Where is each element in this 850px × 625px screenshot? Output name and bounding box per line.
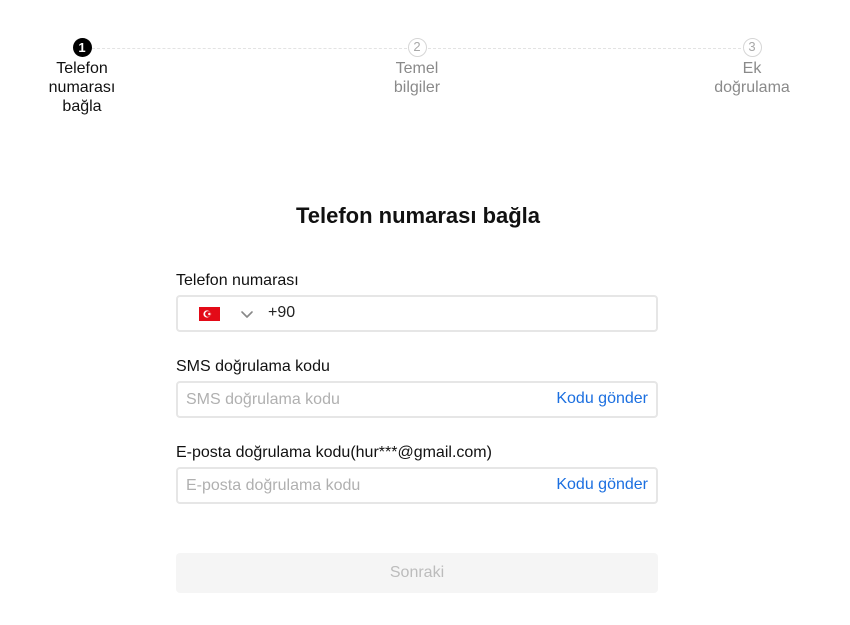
step-1: 1 Telefon numarası bağla (22, 38, 142, 116)
sms-send-code-link[interactable]: Kodu gönder (556, 390, 648, 408)
step-number-badge: 3 (742, 38, 762, 57)
page-title: Telefon numarası bağla (295, 203, 541, 228)
phone-label: Telefon numarası (176, 272, 299, 289)
chevron-down-icon[interactable] (239, 306, 255, 322)
phone-field[interactable]: +90 (176, 295, 658, 332)
email-code-label: E-posta doğrulama kodu(hur***@gmail.com) (176, 444, 492, 461)
step-label: Telefon numarası bağla (48, 60, 116, 115)
email-send-code-link[interactable]: Kodu gönder (556, 476, 648, 494)
email-code-box: Kodu gönder (176, 467, 658, 504)
country-code: +90 (268, 304, 296, 321)
step-2: 2 Temel bilgiler (357, 38, 477, 97)
sms-code-label: SMS doğrulama kodu (176, 358, 330, 375)
step-3: 3 Ek doğrulama (692, 38, 812, 97)
turkey-flag-icon[interactable] (199, 307, 220, 321)
step-number-badge: 1 (72, 38, 92, 57)
email-code-input[interactable] (186, 469, 516, 502)
step-label: Temel bilgiler (393, 60, 441, 96)
sms-code-input[interactable] (186, 383, 516, 416)
step-label: Ek doğrulama (714, 60, 790, 96)
sms-code-box: Kodu gönder (176, 381, 658, 418)
bind-phone-page: 1 Telefon numarası bağla 2 Temel bilgile… (0, 0, 850, 625)
next-button[interactable]: Sonraki (176, 553, 658, 593)
step-number-badge: 2 (407, 38, 427, 57)
